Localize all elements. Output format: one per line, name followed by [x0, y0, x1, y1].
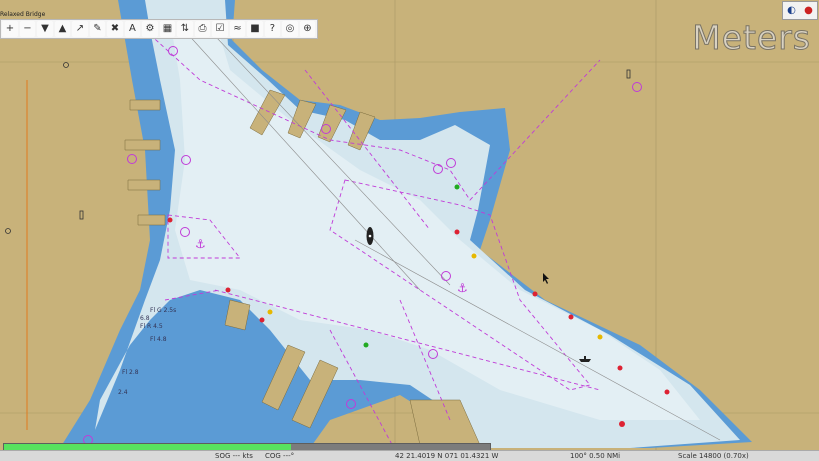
main-toolbar: + − ▼ ▲ ↗ ✎ ✖ A ⚙ ▦ ⇅ ⎙ ☑ ≈ ■? ◎ ⊕ — [0, 19, 318, 39]
chart-label: Fl 4.8 — [150, 336, 167, 343]
eraser-icon[interactable]: ✖ — [107, 21, 123, 37]
funnel-icon[interactable]: ▼ — [37, 21, 53, 37]
pencil-icon[interactable]: ✎ — [89, 21, 106, 37]
status-bar: SOG --- kts COG ---° 42 21.4019 N 071 01… — [0, 450, 819, 461]
route-icon[interactable]: ↗ — [72, 21, 88, 37]
svg-text:⚓: ⚓ — [195, 237, 206, 251]
chart-label: 2.4 — [118, 389, 128, 396]
cog-readout: COG ---° — [265, 452, 295, 460]
globe-icon[interactable]: ◎ — [282, 21, 298, 37]
zoom-out-icon[interactable]: − — [19, 21, 36, 37]
own-ship-icon — [366, 227, 374, 245]
chart-label: Fl 2.8 — [122, 369, 139, 376]
chart-label: Fl G 2.5s — [150, 307, 177, 314]
chart-icon[interactable]: ▦ — [159, 21, 176, 37]
chart-label: Fl R 4.5 — [140, 323, 163, 330]
compass-widget[interactable]: ◐ ● — [782, 1, 818, 20]
sog-readout: SOG --- kts — [215, 452, 253, 460]
ais-icon[interactable]: ≈ — [229, 21, 246, 37]
zoom-in-icon[interactable]: + — [2, 21, 18, 37]
lifebuoy-icon[interactable]: ⊕ — [299, 21, 316, 37]
ship-icon[interactable]: ▲ — [54, 21, 71, 37]
gps-status-icon[interactable]: ● — [800, 2, 817, 19]
bearing-range-readout: 100° 0.50 NMi — [570, 452, 621, 460]
tide-icon[interactable]: ⇅ — [177, 21, 193, 37]
cursor-position-readout: 42 21.4019 N 071 01.4321 W — [395, 452, 499, 460]
scale-readout: Scale 14800 (0.70x) — [678, 452, 749, 460]
svg-text:⚓: ⚓ — [457, 281, 468, 295]
units-label: Meters — [692, 18, 811, 58]
help-icon[interactable]: ? — [264, 21, 281, 37]
compass-icon[interactable]: ◐ — [783, 2, 800, 19]
print-icon[interactable]: ⎙ — [194, 21, 211, 37]
toolbar-caption: Relaxed Bridge — [0, 11, 46, 18]
chart-label: 6.8 — [140, 315, 150, 322]
settings-icon[interactable]: ☑ — [212, 21, 228, 37]
nautical-chart-canvas[interactable]: ⚓ ⚓ — [0, 0, 819, 450]
tools-icon[interactable]: ⚙ — [142, 21, 158, 37]
text-icon[interactable]: A — [124, 21, 141, 37]
layers-icon[interactable]: ■ — [247, 21, 263, 37]
